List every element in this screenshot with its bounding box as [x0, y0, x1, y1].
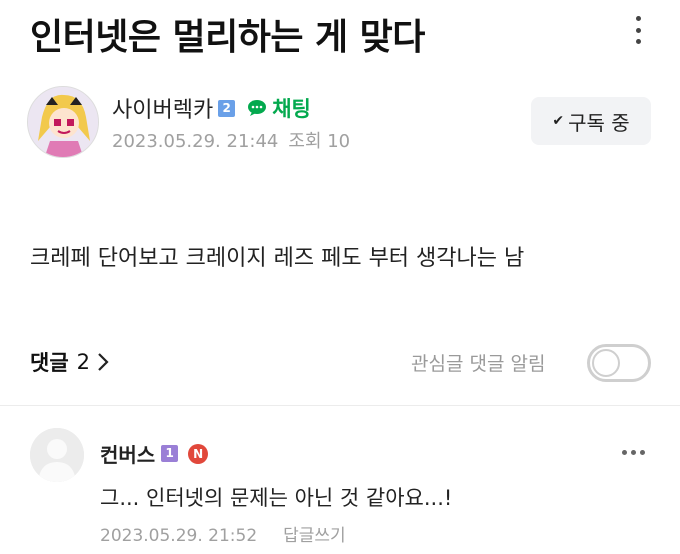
reply-button[interactable]: 답글쓰기: [283, 526, 346, 546]
comment-text: 그... 인터넷의 문제는 아닌 것 같아요...!: [100, 486, 453, 510]
chat-bubble-icon: [248, 100, 267, 116]
comments-count: 2: [76, 350, 91, 374]
more-horizontal-icon[interactable]: [622, 450, 645, 455]
chevron-right-icon: [98, 353, 109, 371]
comment-author[interactable]: 컨버스: [100, 439, 155, 468]
comment-level-badge: 1: [161, 445, 179, 462]
subscribe-label: 구독 중: [568, 110, 630, 135]
check-icon: ✔: [552, 113, 565, 129]
chat-label: 채팅: [272, 97, 311, 121]
author-name[interactable]: 사이버렉카: [112, 92, 213, 124]
more-options-icon[interactable]: [628, 14, 648, 46]
comment-avatar[interactable]: [30, 428, 84, 482]
comments-link[interactable]: 댓글 2: [30, 347, 110, 377]
post-date: 2023.05.29. 21:44: [112, 131, 279, 152]
subscribe-button[interactable]: ✔ 구독 중: [531, 97, 651, 145]
divider: [0, 405, 680, 406]
level-badge: 2: [218, 99, 236, 117]
post-title: 인터넷은 멀리하는 게 맞다: [30, 17, 425, 58]
comment-date: 2023.05.29. 21:52: [100, 526, 258, 546]
view-count: 조회 10: [288, 131, 351, 152]
notify-toggle[interactable]: [587, 344, 651, 382]
author-avatar[interactable]: [27, 86, 99, 158]
chat-button[interactable]: 채팅: [247, 93, 311, 123]
new-badge: N: [188, 443, 209, 464]
comments-label: 댓글: [30, 351, 69, 375]
post-body: 크레페 단어보고 크레이지 레즈 페도 부터 생각나는 남: [30, 246, 525, 271]
notify-label: 관심글 댓글 알림: [411, 353, 546, 375]
